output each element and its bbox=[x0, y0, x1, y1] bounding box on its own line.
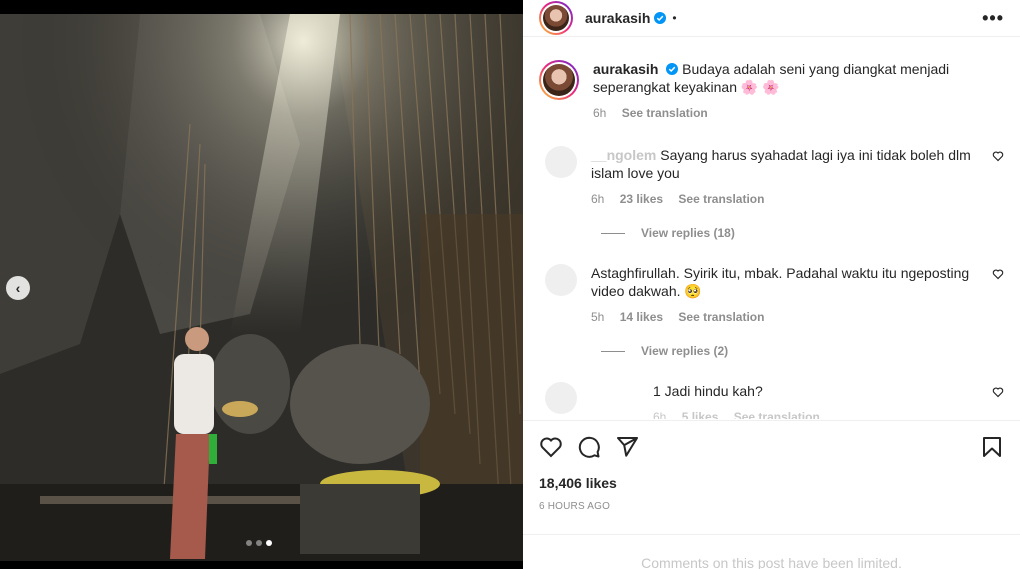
post-photo bbox=[0, 14, 523, 561]
more-horizontal-icon[interactable]: ••• bbox=[982, 8, 1004, 29]
carousel-indicator bbox=[246, 540, 272, 546]
see-translation-link[interactable]: See translation bbox=[622, 106, 708, 120]
comment-time[interactable]: 6h bbox=[591, 192, 604, 206]
comment-text: Astaghfirullah. Syirik itu, mbak. Padaha… bbox=[591, 265, 970, 299]
comment-text: 1 Jadi hindu kah? bbox=[653, 383, 763, 399]
author-username[interactable]: aurakasih bbox=[585, 10, 650, 26]
post-caption: aurakasih Budaya adalah seni yang diangk… bbox=[539, 60, 1004, 122]
post-media: ‹ bbox=[0, 0, 523, 569]
comment-time[interactable]: 6h bbox=[653, 410, 666, 419]
header-separator: • bbox=[672, 11, 677, 25]
comment-time[interactable]: 5h bbox=[591, 310, 604, 324]
comment-item: __ngolem Sayang harus syahadat lagi iya … bbox=[539, 146, 1004, 208]
post-timestamp[interactable]: 6 HOURS AGO bbox=[539, 501, 1004, 512]
post-header: aurakasih • ••• bbox=[523, 0, 1020, 37]
comment-item: Astaghfirullah. Syirik itu, mbak. Padaha… bbox=[539, 264, 1004, 326]
view-replies-label: View replies (18) bbox=[641, 226, 735, 240]
caption-username[interactable]: aurakasih bbox=[593, 61, 658, 77]
comment-like-heart-icon[interactable] bbox=[992, 150, 1004, 162]
see-translation-link[interactable]: See translation bbox=[678, 192, 764, 206]
carousel-dot-active bbox=[266, 540, 272, 546]
comment-username[interactable]: __ngolem bbox=[591, 147, 656, 163]
likes-count[interactable]: 18,406 likes bbox=[539, 475, 1004, 491]
post-actions: 18,406 likes 6 HOURS AGO bbox=[523, 420, 1020, 512]
view-replies-button[interactable]: View replies (18) bbox=[601, 226, 1004, 240]
comments-list: aurakasih Budaya adalah seni yang diangk… bbox=[523, 38, 1020, 419]
post-side-panel: aurakasih • ••• aurakasih Budaya adalah … bbox=[523, 0, 1020, 569]
caption-avatar[interactable] bbox=[539, 60, 579, 100]
carousel-dot bbox=[246, 540, 252, 546]
verified-badge-icon bbox=[666, 63, 679, 75]
heart-icon[interactable] bbox=[539, 435, 563, 459]
comment-avatar[interactable] bbox=[545, 382, 577, 414]
comment-item: 1 Jadi hindu kah? 6h 5 likes See transla… bbox=[539, 382, 1004, 419]
comment-like-heart-icon[interactable] bbox=[992, 386, 1004, 398]
comment-like-heart-icon[interactable] bbox=[992, 268, 1004, 280]
bookmark-icon[interactable] bbox=[980, 435, 1004, 459]
paper-plane-icon[interactable] bbox=[615, 435, 639, 459]
comment-likes[interactable]: 5 likes bbox=[682, 410, 719, 419]
comment-likes[interactable]: 14 likes bbox=[620, 310, 663, 324]
author-avatar[interactable] bbox=[539, 1, 573, 35]
view-replies-label: View replies (2) bbox=[641, 344, 729, 358]
verified-badge-icon bbox=[654, 12, 667, 24]
instagram-post-view: ‹ aurakasih • ••• aurakasih Budaya adala… bbox=[0, 0, 1020, 569]
comment-avatar[interactable] bbox=[545, 264, 577, 296]
carousel-prev-button[interactable]: ‹ bbox=[6, 276, 30, 300]
see-translation-link[interactable]: See translation bbox=[678, 310, 764, 324]
see-translation-link[interactable]: See translation bbox=[734, 410, 820, 419]
comment-likes[interactable]: 23 likes bbox=[620, 192, 663, 206]
carousel-dot bbox=[256, 540, 262, 546]
view-replies-button[interactable]: View replies (2) bbox=[601, 344, 1004, 358]
comment-bubble-icon[interactable] bbox=[577, 435, 601, 459]
caption-time[interactable]: 6h bbox=[593, 106, 606, 120]
comment-avatar[interactable] bbox=[545, 146, 577, 178]
comments-limited-notice: Comments on this post have been limited. bbox=[523, 534, 1020, 569]
chevron-left-icon: ‹ bbox=[15, 280, 21, 296]
